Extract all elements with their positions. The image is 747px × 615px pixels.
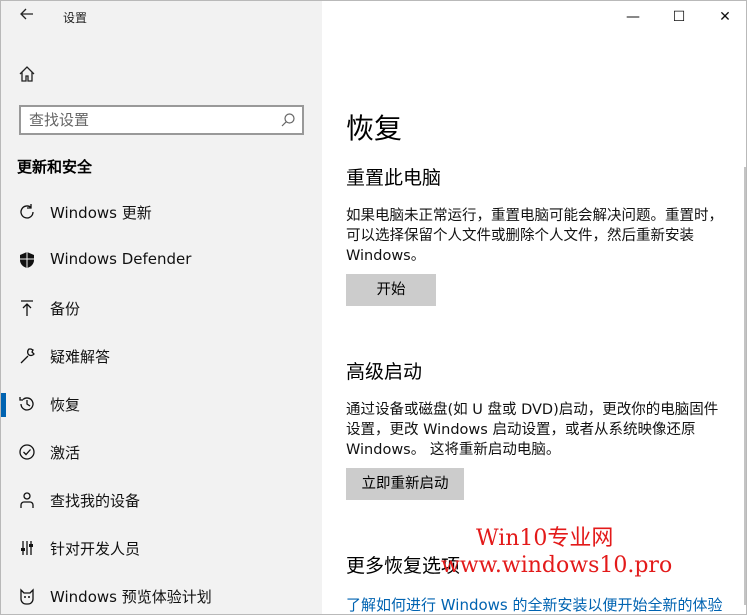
sliders-icon (17, 539, 37, 559)
reset-start-button[interactable]: 开始 (346, 274, 436, 306)
sidebar-item-label: 激活 (50, 444, 81, 462)
watermark-title: Win10专业网 (476, 526, 614, 551)
advanced-description: 通过设备或磁盘(如 U 盘或 DVD)启动，更改你的电脑固件设置，更改 Wind… (346, 402, 719, 458)
sidebar-item-label: Windows Defender (50, 250, 192, 268)
sidebar-item-label: Windows 更新 (50, 204, 152, 222)
sidebar-item-windows-defender[interactable]: Windows Defender (1, 237, 322, 285)
sidebar-item-label: 恢复 (50, 396, 81, 414)
sidebar-item-label: Windows 预览体验计划 (50, 588, 212, 606)
maximize-button[interactable]: ☐ (656, 1, 702, 33)
sidebar-item-windows-update[interactable]: Windows 更新 (1, 189, 322, 237)
sidebar-item-label: 针对开发人员 (50, 540, 141, 558)
sidebar-item-label: 备份 (50, 300, 81, 318)
sidebar-item-find-my-device[interactable]: 查找我的设备 (1, 477, 322, 525)
sidebar-item-insider-program[interactable]: Windows 预览体验计划 (1, 573, 322, 614)
section-title: 更新和安全 (17, 158, 93, 176)
cat-icon (17, 587, 37, 607)
back-arrow-icon[interactable] (15, 5, 39, 29)
search-icon[interactable] (280, 112, 296, 128)
home-icon[interactable] (17, 64, 37, 84)
reset-description: 如果电脑未正常运行，重置电脑可能会解决问题。重置时，可以选择保留个人文件或删除个… (346, 208, 723, 264)
search-box[interactable] (19, 105, 304, 135)
sidebar: 设置 更新和安全 Windows 更新 Windows Defender (1, 1, 322, 614)
reset-heading: 重置此电脑 (346, 167, 442, 189)
history-icon (17, 395, 37, 415)
clean-install-link[interactable]: 了解如何进行 Windows 的全新安装以便开始全新的体验 (346, 594, 723, 614)
minimize-button[interactable]: — (610, 1, 656, 33)
upload-icon (17, 299, 37, 319)
close-button[interactable]: ✕ (702, 1, 746, 33)
sidebar-item-backup[interactable]: 备份 (1, 285, 322, 333)
sidebar-item-label: 查找我的设备 (50, 492, 141, 510)
window-title: 设置 (63, 11, 88, 25)
check-circle-icon (17, 443, 37, 463)
sidebar-item-for-developers[interactable]: 针对开发人员 (1, 525, 322, 573)
person-icon (17, 491, 37, 511)
sidebar-item-activation[interactable]: 激活 (1, 429, 322, 477)
settings-window: 设置 更新和安全 Windows 更新 Windows Defender (0, 0, 747, 615)
page-title: 恢复 (346, 112, 403, 145)
wrench-icon (17, 347, 37, 367)
sidebar-item-recovery[interactable]: 恢复 (1, 381, 322, 429)
sidebar-item-troubleshoot[interactable]: 疑难解答 (1, 333, 322, 381)
search-input[interactable] (29, 111, 269, 129)
refresh-icon (17, 203, 37, 223)
sidebar-item-label: 疑难解答 (50, 348, 111, 366)
advanced-heading: 高级启动 (346, 361, 423, 383)
shield-icon (17, 251, 37, 271)
restart-now-button[interactable]: 立即重新启动 (346, 468, 464, 500)
watermark-url: www.windows10.pro (441, 553, 673, 578)
